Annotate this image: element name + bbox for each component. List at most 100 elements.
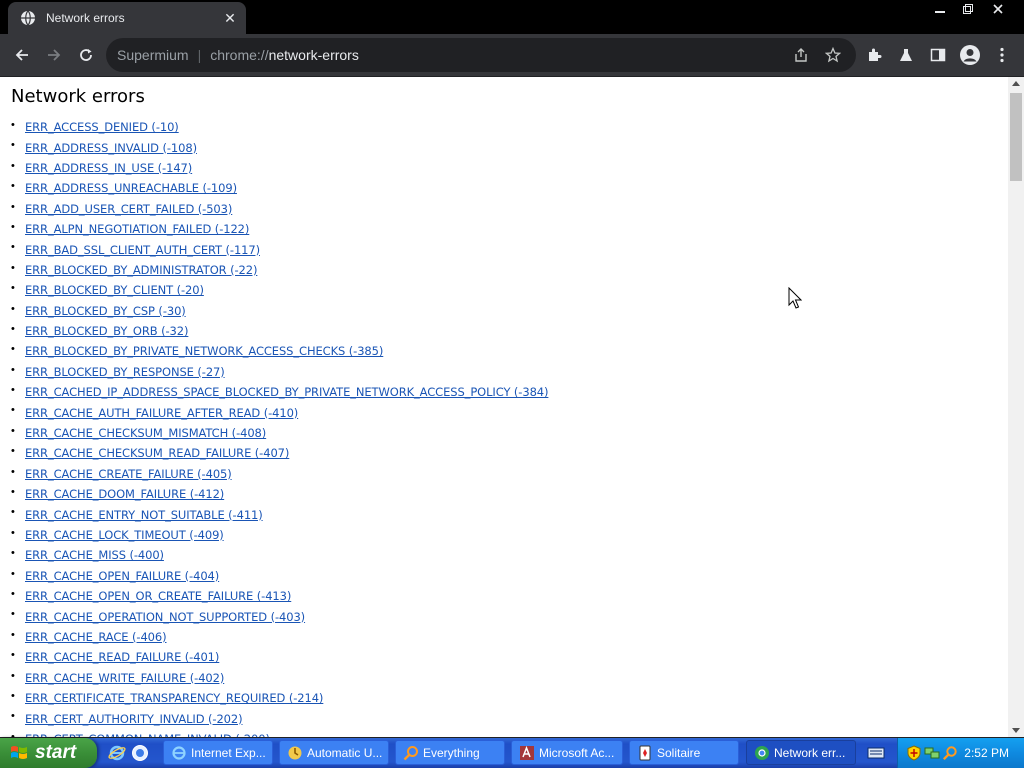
scrollbar-thumb[interactable] — [1010, 93, 1022, 181]
error-link[interactable]: ERR_CACHE_ENTRY_NOT_SUITABLE (-411) — [25, 508, 263, 522]
keyboard-language-icon[interactable] — [867, 744, 885, 762]
task-label: Network err... — [774, 745, 846, 760]
list-item: ERR_CACHE_OPEN_OR_CREATE_FAILURE (-413) — [0, 586, 548, 606]
error-link[interactable]: ERR_CACHE_READ_FAILURE (-401) — [25, 650, 219, 664]
access-icon — [520, 745, 534, 760]
error-link[interactable]: ERR_CACHE_LOCK_TIMEOUT (-409) — [25, 528, 224, 542]
list-item: ERR_CACHE_READ_FAILURE (-401) — [0, 647, 548, 667]
error-link[interactable]: ERR_CACHE_OPEN_FAILURE (-404) — [25, 569, 219, 583]
extensions-icon[interactable] — [858, 39, 890, 71]
task-label: Internet Exp... — [191, 745, 266, 760]
error-link[interactable]: ERR_CACHE_OPEN_OR_CREATE_FAILURE (-413) — [25, 589, 291, 603]
error-link[interactable]: ERR_CACHE_AUTH_FAILURE_AFTER_READ (-410) — [25, 406, 298, 420]
close-window-icon[interactable] — [984, 0, 1012, 18]
start-button[interactable]: start — [0, 738, 97, 768]
error-link[interactable]: ERR_BLOCKED_BY_CSP (-30) — [25, 304, 186, 318]
network-tray-icon[interactable] — [924, 745, 940, 761]
error-link[interactable]: ERR_CACHE_DOOM_FAILURE (-412) — [25, 487, 224, 501]
close-tab-icon[interactable]: ✕ — [222, 10, 238, 26]
ie-icon — [172, 745, 186, 760]
error-link[interactable]: ERR_BLOCKED_BY_PRIVATE_NETWORK_ACCESS_CH… — [25, 344, 383, 358]
bookmark-star-icon[interactable] — [824, 46, 842, 64]
task-internet-explorer[interactable]: Internet Exp... — [163, 740, 273, 765]
minimize-icon[interactable] — [926, 0, 954, 18]
address-bar[interactable]: Supermium | chrome:// network-errors — [106, 38, 856, 72]
page-title: Network errors — [11, 86, 145, 107]
quicklaunch-ie-icon[interactable] — [108, 744, 126, 762]
error-link[interactable]: ERR_BLOCKED_BY_ADMINISTRATOR (-22) — [25, 263, 257, 277]
list-item: ERR_BLOCKED_BY_CLIENT (-20) — [0, 280, 548, 300]
side-panel-icon[interactable] — [922, 39, 954, 71]
error-link[interactable]: ERR_CACHE_RACE (-406) — [25, 630, 167, 644]
share-icon[interactable] — [792, 46, 810, 64]
restore-icon[interactable] — [954, 0, 982, 18]
system-tray: 2:52 PM — [897, 738, 1024, 768]
error-link[interactable]: ERR_ACCESS_DENIED (-10) — [25, 120, 179, 134]
search-tray-icon[interactable] — [942, 745, 958, 761]
error-link[interactable]: ERR_BAD_SSL_CLIENT_AUTH_CERT (-117) — [25, 243, 260, 257]
task-everything[interactable]: Everything — [395, 740, 505, 765]
profile-avatar-icon[interactable] — [954, 39, 986, 71]
error-link[interactable]: ERR_ADDRESS_IN_USE (-147) — [25, 161, 192, 175]
list-item: ERR_CACHE_MISS (-400) — [0, 545, 548, 565]
list-item: ERR_CACHE_CHECKSUM_READ_FAILURE (-407) — [0, 443, 548, 463]
cards-icon — [639, 745, 651, 760]
list-item: ERR_CACHE_DOOM_FAILURE (-412) — [0, 484, 548, 504]
error-link[interactable]: ERR_CACHE_MISS (-400) — [25, 548, 164, 562]
tab-network-errors[interactable]: Network errors ✕ — [8, 2, 246, 34]
labs-flask-icon[interactable] — [890, 39, 922, 71]
list-item: ERR_CACHE_ENTRY_NOT_SUITABLE (-411) — [0, 504, 548, 524]
list-item: ERR_ADDRESS_IN_USE (-147) — [0, 158, 548, 178]
task-label: Solitaire — [657, 745, 701, 760]
scroll-down-arrow-icon[interactable] — [1012, 728, 1020, 733]
list-item: ERR_CACHE_RACE (-406) — [0, 627, 548, 647]
error-link[interactable]: ERR_CERT_AUTHORITY_INVALID (-202) — [25, 712, 243, 726]
error-link[interactable]: ERR_ADDRESS_INVALID (-108) — [25, 141, 197, 155]
error-link[interactable]: ERR_CACHED_IP_ADDRESS_SPACE_BLOCKED_BY_P… — [25, 385, 549, 399]
error-link[interactable]: ERR_BLOCKED_BY_CLIENT (-20) — [25, 283, 204, 297]
error-link[interactable]: ERR_CACHE_CREATE_FAILURE (-405) — [25, 467, 232, 481]
back-icon[interactable] — [6, 39, 38, 71]
list-item: ERR_CERTIFICATE_TRANSPARENCY_REQUIRED (-… — [0, 688, 548, 708]
list-item: ERR_ADDRESS_INVALID (-108) — [0, 137, 548, 157]
task-network-errors[interactable]: Network err... — [746, 740, 856, 765]
list-item: ERR_CACHE_OPEN_FAILURE (-404) — [0, 566, 548, 586]
page-content: Network errors ERR_ACCESS_DENIED (-10) ER… — [0, 77, 1008, 737]
task-solitaire[interactable]: Solitaire — [629, 740, 739, 765]
update-icon — [288, 746, 302, 759]
list-item: ERR_ALPN_NEGOTIATION_FAILED (-122) — [0, 219, 548, 239]
omnibox-scheme: chrome:// — [210, 47, 269, 63]
mouse-cursor-icon — [788, 287, 802, 309]
error-link[interactable]: ERR_CACHE_CHECKSUM_MISMATCH (-408) — [25, 426, 266, 440]
quicklaunch-browser-icon[interactable] — [131, 744, 149, 762]
list-item: ERR_CACHED_IP_ADDRESS_SPACE_BLOCKED_BY_P… — [0, 382, 548, 402]
error-link[interactable]: ERR_ADD_USER_CERT_FAILED (-503) — [25, 202, 232, 216]
error-link[interactable]: ERR_CACHE_CHECKSUM_READ_FAILURE (-407) — [25, 446, 289, 460]
browser-toolbar: Supermium | chrome:// network-errors — [0, 34, 1024, 76]
error-link[interactable]: ERR_BLOCKED_BY_RESPONSE (-27) — [25, 365, 225, 379]
list-item: ERR_BAD_SSL_CLIENT_AUTH_CERT (-117) — [0, 239, 548, 259]
scroll-up-arrow-icon[interactable] — [1012, 81, 1020, 86]
list-item: ERR_ADDRESS_UNREACHABLE (-109) — [0, 178, 548, 198]
error-link[interactable]: ERR_CACHE_WRITE_FAILURE (-402) — [25, 671, 224, 685]
list-item: ERR_CACHE_OPERATION_NOT_SUPPORTED (-403) — [0, 606, 548, 626]
error-link[interactable]: ERR_ALPN_NEGOTIATION_FAILED (-122) — [25, 222, 249, 236]
tab-strip: Network errors ✕ — [0, 0, 1024, 34]
vertical-scrollbar[interactable] — [1008, 77, 1024, 737]
tab-title: Network errors — [46, 11, 125, 25]
list-item: ERR_CACHE_CHECKSUM_MISMATCH (-408) — [0, 423, 548, 443]
list-item: ERR_BLOCKED_BY_CSP (-30) — [0, 301, 548, 321]
omnibox-path: network-errors — [268, 47, 359, 63]
error-link[interactable]: ERR_CERT_COMMON_NAME_INVALID (-200) — [25, 732, 270, 737]
reload-icon[interactable] — [70, 39, 102, 71]
forward-icon[interactable] — [38, 39, 70, 71]
error-link[interactable]: ERR_ADDRESS_UNREACHABLE (-109) — [25, 181, 237, 195]
security-shield-icon[interactable] — [906, 745, 922, 761]
error-link[interactable]: ERR_BLOCKED_BY_ORB (-32) — [25, 324, 188, 338]
error-link[interactable]: ERR_CACHE_OPERATION_NOT_SUPPORTED (-403) — [25, 610, 305, 624]
menu-kebab-icon[interactable] — [986, 39, 1018, 71]
error-link[interactable]: ERR_CERTIFICATE_TRANSPARENCY_REQUIRED (-… — [25, 691, 323, 705]
globe-icon — [21, 10, 35, 26]
task-microsoft-access[interactable]: Microsoft Ac... — [511, 740, 623, 765]
task-automatic-updates[interactable]: Automatic U... — [279, 740, 389, 765]
